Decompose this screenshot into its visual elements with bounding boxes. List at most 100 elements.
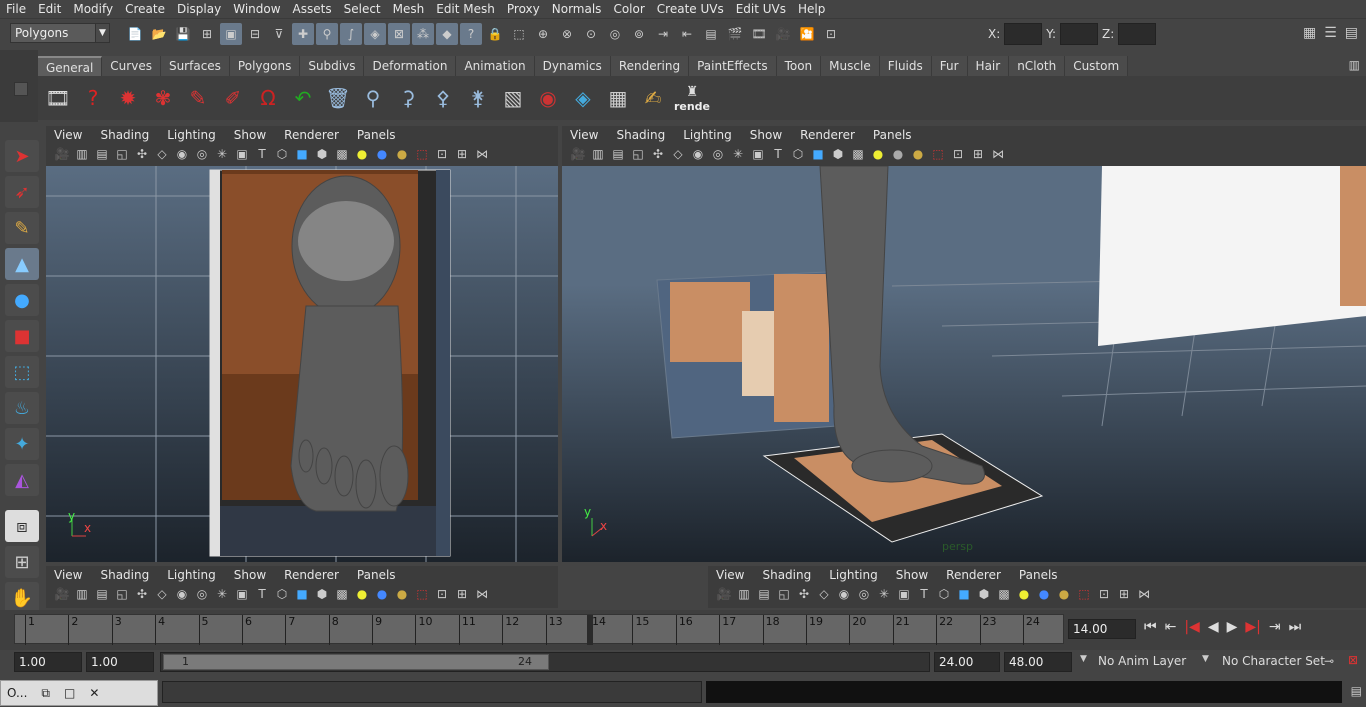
- panel-menu-shading[interactable]: Shading: [616, 128, 665, 142]
- airbrush-icon[interactable]: ✐: [217, 81, 249, 115]
- panel-menu-show[interactable]: Show: [750, 128, 782, 142]
- range-handle[interactable]: 1 24: [163, 654, 549, 670]
- bookmark-icon[interactable]: ▤: [94, 587, 110, 601]
- camera-attr-icon[interactable]: ▥: [74, 147, 90, 161]
- select-component-icon[interactable]: ⊟: [244, 23, 266, 45]
- panel-menu-shading[interactable]: Shading: [100, 128, 149, 142]
- snap-view-plane-icon[interactable]: ◎: [604, 23, 626, 45]
- shelf-tab-toon[interactable]: Toon: [776, 56, 822, 76]
- render-node-icon[interactable]: ◉: [532, 81, 564, 115]
- render-view-icon[interactable]: 🎬: [724, 23, 746, 45]
- lights-icon[interactable]: ✳: [876, 587, 892, 601]
- yellow-light-icon[interactable]: ●: [354, 147, 370, 161]
- persp-viewport[interactable]: y x persp: [562, 166, 1366, 562]
- select-deformations-icon[interactable]: ⊠: [388, 23, 410, 45]
- lock-selection-icon[interactable]: 🔒: [484, 23, 506, 45]
- frame-icon[interactable]: ⊡: [950, 147, 966, 161]
- xray-icon[interactable]: ⬢: [830, 147, 846, 161]
- step-back-frame-icon[interactable]: |◀: [1184, 619, 1199, 635]
- lights-icon[interactable]: ✳: [214, 147, 230, 161]
- anim-layer-dropdown[interactable]: No Anim Layer: [1098, 654, 1186, 668]
- camera-icon[interactable]: 🎥: [570, 147, 586, 161]
- image-plane-icon[interactable]: ◱: [114, 587, 130, 601]
- blue-cube-icon[interactable]: ■: [956, 587, 972, 601]
- smooth-shade-icon[interactable]: ◉: [174, 587, 190, 601]
- frame-icon[interactable]: ⊡: [434, 147, 450, 161]
- frame-all-icon[interactable]: ⊞: [970, 147, 986, 161]
- menu-color[interactable]: Color: [607, 0, 650, 18]
- shelf-menu-icon[interactable]: [14, 82, 28, 96]
- frame-all-icon[interactable]: ⊞: [454, 587, 470, 601]
- frame-icon[interactable]: ⊡: [434, 587, 450, 601]
- brush-icon[interactable]: ✎: [182, 81, 214, 115]
- panel-menu-view[interactable]: View: [54, 568, 82, 582]
- checker-icon[interactable]: ▩: [996, 587, 1012, 601]
- shelf-tab-rendering[interactable]: Rendering: [610, 56, 690, 76]
- grid-icon[interactable]: ✣: [796, 587, 812, 601]
- grid-icon[interactable]: ✣: [134, 587, 150, 601]
- smooth-shade-icon[interactable]: ◉: [836, 587, 852, 601]
- yellow-light-icon[interactable]: ●: [1016, 587, 1032, 601]
- new-scene-icon[interactable]: 📄: [124, 23, 146, 45]
- menu-edit-mesh[interactable]: Edit Mesh: [430, 0, 501, 18]
- panel-menu-renderer[interactable]: Renderer: [284, 568, 339, 582]
- text-icon[interactable]: T: [916, 587, 932, 601]
- text-icon[interactable]: T: [254, 587, 270, 601]
- mode-selector[interactable]: Polygons ▼: [10, 23, 110, 43]
- bind-skin-icon[interactable]: ⚴: [427, 81, 459, 115]
- shelf-tab-curves[interactable]: Curves: [102, 56, 161, 76]
- anim-layer-chevron-icon[interactable]: ▼: [1080, 654, 1087, 664]
- y-field[interactable]: [1060, 23, 1099, 45]
- menu-help[interactable]: Help: [792, 0, 831, 18]
- cube-icon[interactable]: ⬡: [790, 147, 806, 161]
- construction-history-icon[interactable]: ▤: [700, 23, 722, 45]
- help-icon[interactable]: ?: [77, 81, 109, 115]
- go-to-start-icon[interactable]: ⏮: [1144, 619, 1157, 635]
- checker-icon[interactable]: ▩: [334, 587, 350, 601]
- scale-tool-icon[interactable]: ■: [5, 320, 39, 352]
- script-editor-icon[interactable]: ▤: [1351, 684, 1362, 698]
- wireframe-icon[interactable]: ◇: [154, 587, 170, 601]
- gold-sphere-icon[interactable]: ●: [1056, 587, 1072, 601]
- menu-mesh[interactable]: Mesh: [387, 0, 431, 18]
- joint-tool-icon[interactable]: ⚲: [357, 81, 389, 115]
- shadows-icon[interactable]: ▣: [234, 147, 250, 161]
- menu-file[interactable]: File: [0, 0, 32, 18]
- wireframe-icon[interactable]: ◇: [154, 147, 170, 161]
- select-misc-icon[interactable]: ?: [460, 23, 482, 45]
- channel-box-icon[interactable]: ▤: [1345, 25, 1358, 41]
- restore-icon[interactable]: ⧉: [41, 686, 50, 701]
- single-perspective-icon[interactable]: ⧈: [5, 510, 39, 542]
- time-ruler[interactable]: 1 2 3 4 5 6 7 8 9 10 11 12 13 14 15 16 17 18 19 20 21 22 23 24: [14, 614, 1064, 645]
- animation-start-field[interactable]: 1.00: [14, 652, 82, 672]
- menu-normals[interactable]: Normals: [546, 0, 608, 18]
- frame-all-icon[interactable]: ⊞: [454, 147, 470, 161]
- shelf-tab-deformation[interactable]: Deformation: [364, 56, 457, 76]
- select-hierarchy-icon[interactable]: ⊞: [196, 23, 218, 45]
- checker-icon[interactable]: ▩: [334, 147, 350, 161]
- camera-attr-icon[interactable]: ▥: [74, 587, 90, 601]
- shelf-tab-muscle[interactable]: Muscle: [821, 56, 880, 76]
- minimized-window[interactable]: O... ⧉ □ ✕: [0, 680, 158, 706]
- close-icon[interactable]: ✕: [89, 686, 99, 700]
- playback-start-field[interactable]: 1.00: [86, 652, 154, 672]
- checker-icon[interactable]: ▩: [850, 147, 866, 161]
- show-manip-icon[interactable]: ✦: [5, 428, 39, 460]
- panel-menu-lighting[interactable]: Lighting: [167, 128, 216, 142]
- textured-icon[interactable]: ◎: [710, 147, 726, 161]
- smooth-shade-icon[interactable]: ◉: [174, 147, 190, 161]
- menu-modify[interactable]: Modify: [67, 0, 119, 18]
- rotate-tool-icon[interactable]: ●: [5, 284, 39, 316]
- ik-handle-icon[interactable]: ⚳: [392, 81, 424, 115]
- share-icon[interactable]: ⋈: [474, 147, 490, 161]
- gold-sphere-icon[interactable]: ●: [910, 147, 926, 161]
- smooth-shade-icon[interactable]: ◉: [690, 147, 706, 161]
- select-surfaces-icon[interactable]: ◈: [364, 23, 386, 45]
- blue-sphere-icon[interactable]: ●: [374, 147, 390, 161]
- panel-menu-show[interactable]: Show: [234, 128, 266, 142]
- input-ops-icon[interactable]: ⇥: [652, 23, 674, 45]
- camera-attr-icon[interactable]: ▥: [590, 147, 606, 161]
- magnet-icon[interactable]: Ω: [252, 81, 284, 115]
- mel-input[interactable]: [162, 681, 702, 703]
- shadows-icon[interactable]: ▣: [750, 147, 766, 161]
